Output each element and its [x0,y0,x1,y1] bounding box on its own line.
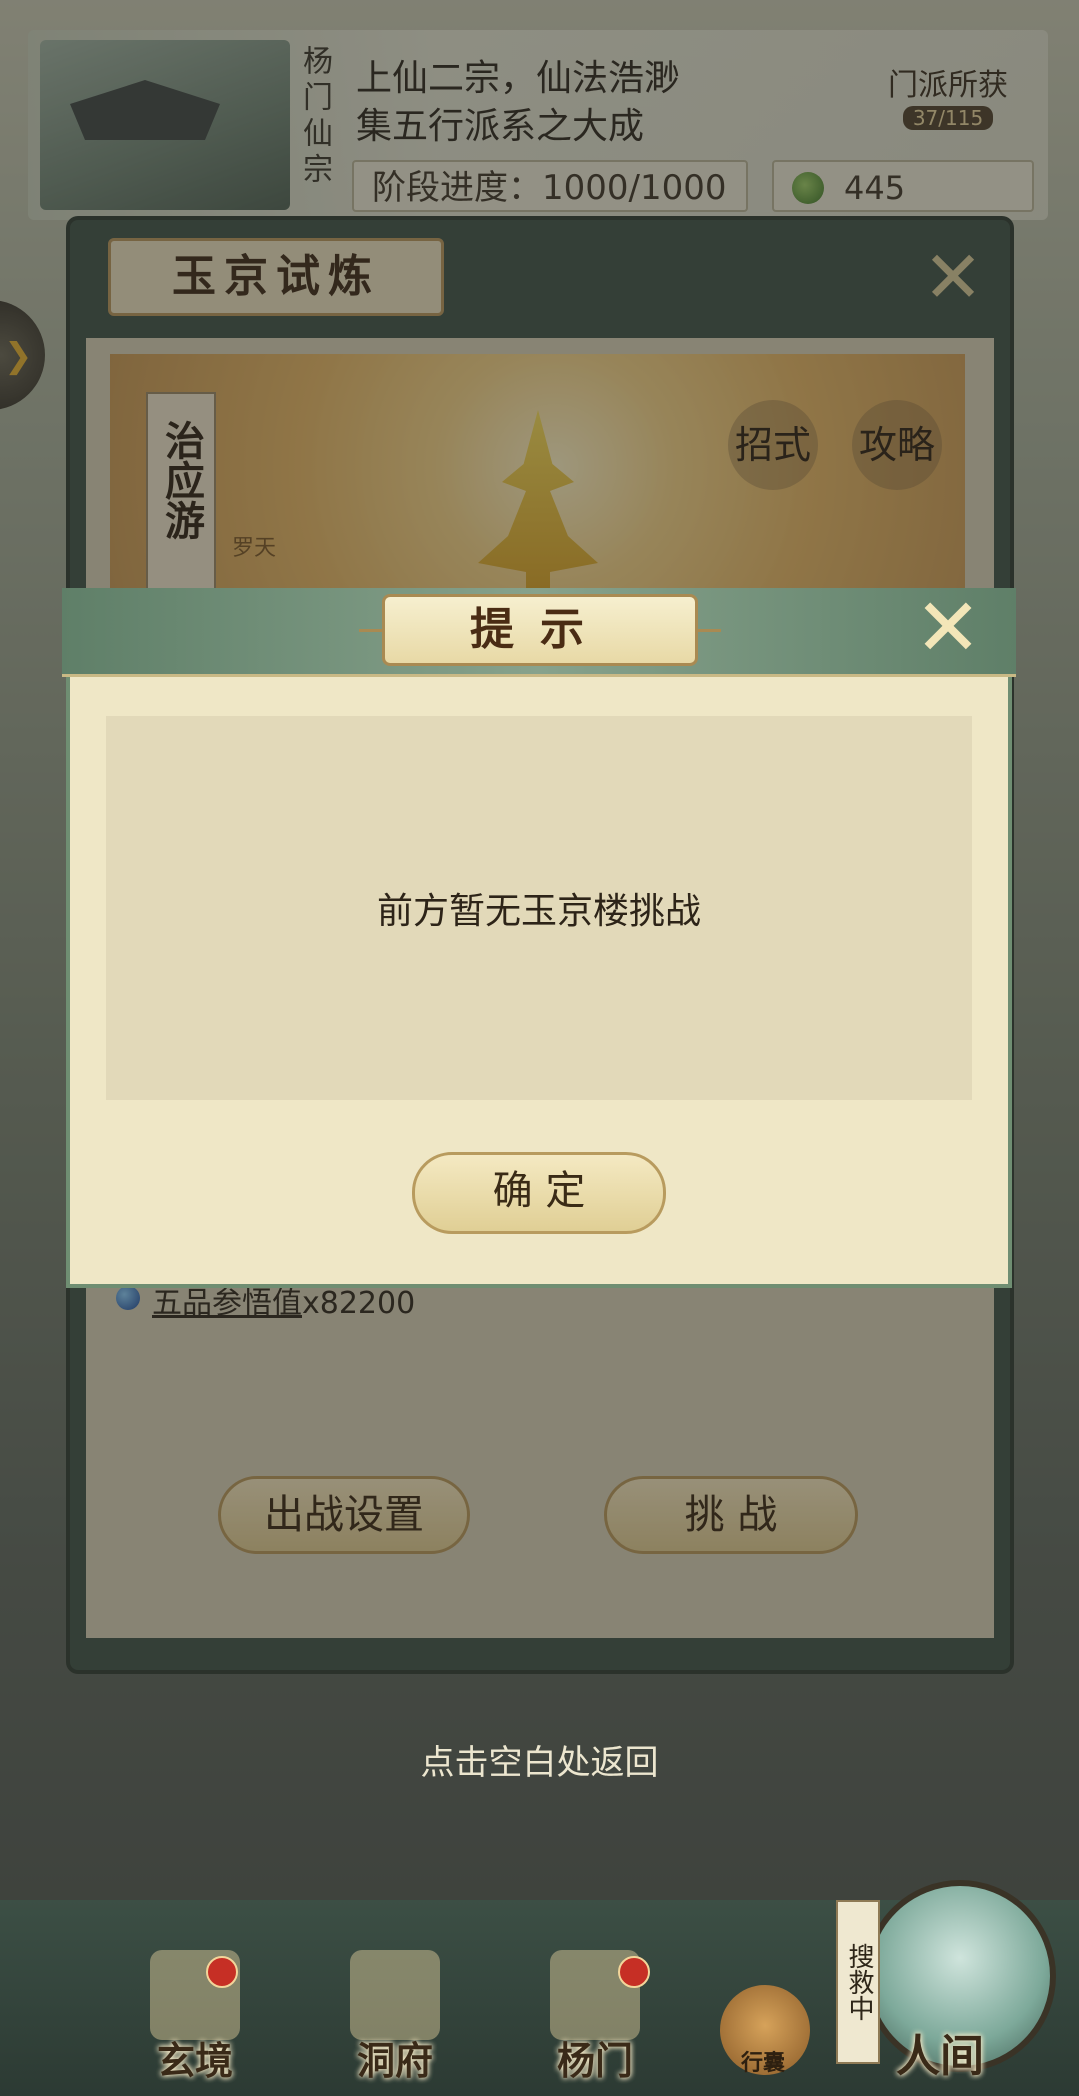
world-label: 人间 [896,2031,984,2082]
hint-dialog-title: 提示 [359,594,721,666]
tap-blank-to-return: 点击空白处返回 [420,1743,659,1783]
nav-label: 杨门 [556,2038,633,2083]
nav-item-dongfu[interactable]: 洞府 [320,1950,470,2090]
hint-message: 前方暂无玉京楼挑战 [376,891,701,932]
notification-badge [206,1956,238,1988]
notification-badge [618,1956,650,1988]
confirm-button[interactable]: 确 定 [412,1152,666,1234]
nav-item-xuanjing[interactable]: 玄境 [120,1950,270,2090]
hint-message-box: 前方暂无玉京楼挑战 [106,716,972,1100]
bag-label: 行囊 [740,2051,785,2076]
nav-label: 洞府 [356,2038,433,2083]
dialog-close-icon[interactable]: ✕ [910,588,986,668]
pavilion-icon [350,1950,440,2040]
nav-label: 玄境 [156,2038,233,2083]
nav-item-yangmen[interactable]: 杨门 [520,1950,670,2090]
